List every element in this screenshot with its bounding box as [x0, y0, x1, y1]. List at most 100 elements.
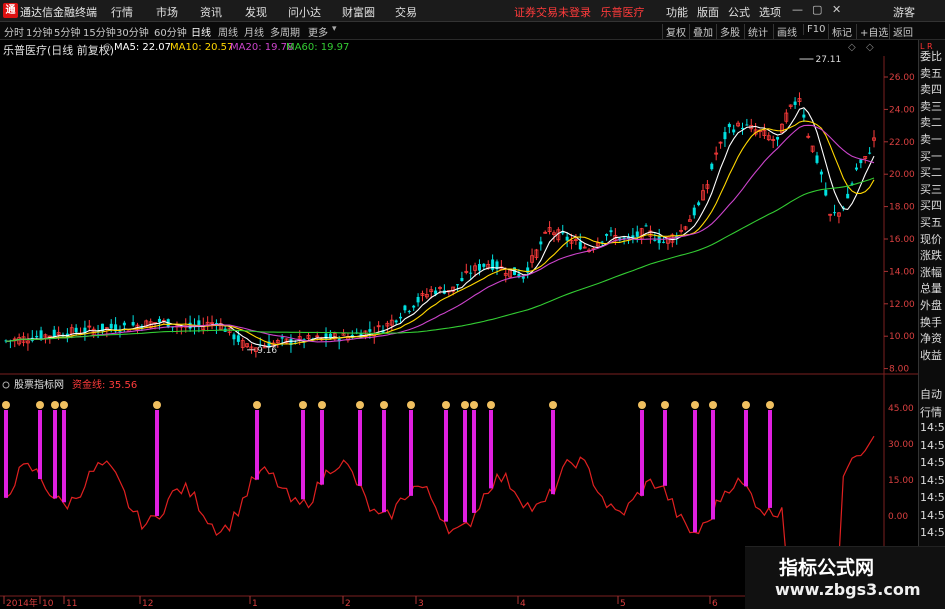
side-panel-item: 卖五	[920, 66, 942, 80]
signal-marker-icon	[253, 401, 261, 409]
menu-xiaoda[interactable]: 问小达	[288, 4, 321, 20]
price-tick-label: 24.00	[889, 105, 915, 115]
restore-button[interactable]: ▢	[812, 3, 822, 16]
candle-body	[622, 237, 626, 239]
settings-icon[interactable]: ◇	[866, 42, 874, 53]
candle-body	[868, 152, 872, 154]
period-tab-15min[interactable]: 15分钟	[83, 24, 116, 39]
period-tab-60min[interactable]: 60分钟	[154, 24, 187, 39]
candle-body	[653, 239, 657, 241]
draw-line-button[interactable]: 画线	[773, 24, 800, 39]
date-tick-label: 10	[42, 599, 54, 609]
side-panel-lower-item: 行情	[920, 405, 942, 419]
candle-body	[732, 129, 736, 133]
period-tab-intraday[interactable]: 分时	[4, 24, 24, 39]
period-tab-1min[interactable]: 1分钟	[26, 24, 52, 39]
signal-marker-icon	[461, 401, 469, 409]
side-panel-lower-item: 14:5	[920, 491, 945, 504]
price-tick-label: 12.00	[889, 300, 915, 310]
menu-wealth-circle[interactable]: 财富圈	[342, 4, 375, 20]
close-button[interactable]: ✕	[832, 3, 841, 16]
indicator-settings-icon	[2, 381, 10, 389]
side-panel-item: 买五	[920, 216, 942, 229]
side-panel-item: 卖四	[920, 83, 942, 97]
candle-body	[74, 327, 78, 333]
overlay-button[interactable]: 叠加	[689, 24, 716, 39]
watermark-banner: 指标公式网 www.zbgs3.com	[745, 546, 945, 609]
add-watchlist-button[interactable]: +自选	[856, 24, 891, 39]
signal-bar	[472, 410, 476, 513]
candle-body	[859, 159, 863, 164]
signal-marker-icon	[407, 401, 415, 409]
menu-bar: 通 通达信金融终端 行情 市场 资讯 发现 问小达 财富圈 交易 证券交易未登录…	[0, 0, 945, 22]
kline-chart[interactable]: 27.119.16 26.0024.0022.0020.0018.0016.00…	[0, 40, 945, 609]
date-tick-label: 1	[252, 599, 258, 609]
date-tick-label: 2014年	[6, 597, 38, 609]
period-tab-more[interactable]: 更多	[308, 24, 328, 39]
statistics-button[interactable]: 统计	[744, 24, 771, 39]
side-panel-lower-item: 14:5	[920, 456, 945, 469]
minimize-button[interactable]: —	[792, 3, 803, 16]
collapse-icon[interactable]: ◇	[848, 42, 856, 53]
candle-body	[469, 272, 473, 274]
period-tab-multi[interactable]: 多周期	[270, 24, 300, 39]
chevron-down-icon[interactable]: ▾	[332, 24, 337, 34]
candle-body	[846, 193, 850, 199]
signal-marker-icon	[766, 401, 774, 409]
signal-marker-icon	[153, 401, 161, 409]
candle-body	[477, 263, 481, 271]
date-tick-label: 5	[620, 599, 626, 609]
menu-quotes[interactable]: 行情	[111, 4, 133, 20]
menu-formula[interactable]: 公式	[728, 4, 750, 20]
date-axis: 2014年 10 11 12 1 2 3 4 5 6	[3, 596, 718, 609]
candle-body	[368, 329, 372, 332]
guest-user[interactable]: 游客	[893, 4, 915, 20]
candle-body	[456, 284, 460, 286]
candle-body	[644, 225, 648, 227]
period-tab-weekly[interactable]: 周线	[218, 24, 238, 39]
adjust-button[interactable]: 复权	[662, 24, 689, 39]
signal-marker-icon	[318, 401, 326, 409]
period-tab-daily[interactable]: 日线	[191, 24, 211, 39]
side-panel-lower-item: 14:5	[920, 526, 945, 539]
signal-marker-icon	[380, 401, 388, 409]
f10-button[interactable]: F10	[803, 24, 828, 35]
menu-news[interactable]: 资讯	[200, 4, 222, 20]
candle-body	[802, 114, 806, 118]
signal-marker-icon	[442, 401, 450, 409]
menu-discover[interactable]: 发现	[245, 4, 267, 20]
candle-body	[403, 305, 407, 311]
menu-options[interactable]: 选项	[759, 4, 781, 20]
ma-line-10	[5, 120, 875, 345]
signal-bar	[62, 410, 66, 503]
candle-body	[710, 163, 714, 170]
candle-body	[460, 278, 464, 282]
candle-body	[412, 305, 416, 308]
gear-icon[interactable]: ◎	[103, 42, 112, 53]
side-panel-lower-item: 14:5	[920, 421, 945, 434]
period-tab-30min[interactable]: 30分钟	[116, 24, 149, 39]
mark-button[interactable]: 标记	[828, 24, 855, 39]
menu-layout[interactable]: 版面	[697, 4, 719, 20]
period-toolbar: 分时 1分钟 5分钟 15分钟 30分钟 60分钟 日线 周线 月线 多周期 更…	[0, 22, 945, 40]
period-tab-monthly[interactable]: 月线	[244, 24, 264, 39]
trade-login-status: 证券交易未登录 乐普医疗	[514, 4, 645, 20]
menu-market[interactable]: 市场	[156, 4, 178, 20]
candle-body	[236, 335, 240, 342]
back-button[interactable]: 返回	[889, 24, 916, 39]
candle-body	[854, 167, 858, 170]
side-panel-item: 卖一	[920, 133, 942, 146]
period-tab-5min[interactable]: 5分钟	[54, 24, 80, 39]
side-panel-item: 现价	[920, 232, 942, 246]
ma20-label: MA20: 19.78	[230, 42, 294, 53]
menu-functions[interactable]: 功能	[666, 4, 688, 20]
price-tick-label: 22.00	[889, 138, 915, 148]
ma10-label: MA10: 20.57	[170, 42, 234, 53]
candle-body	[122, 322, 126, 326]
signal-bar	[551, 410, 555, 495]
menu-trade[interactable]: 交易	[395, 4, 417, 20]
candle-body	[723, 132, 727, 140]
signal-marker-icon	[470, 401, 478, 409]
side-panel-item: 委比	[920, 50, 942, 63]
multi-stock-button[interactable]: 多股	[716, 24, 743, 39]
